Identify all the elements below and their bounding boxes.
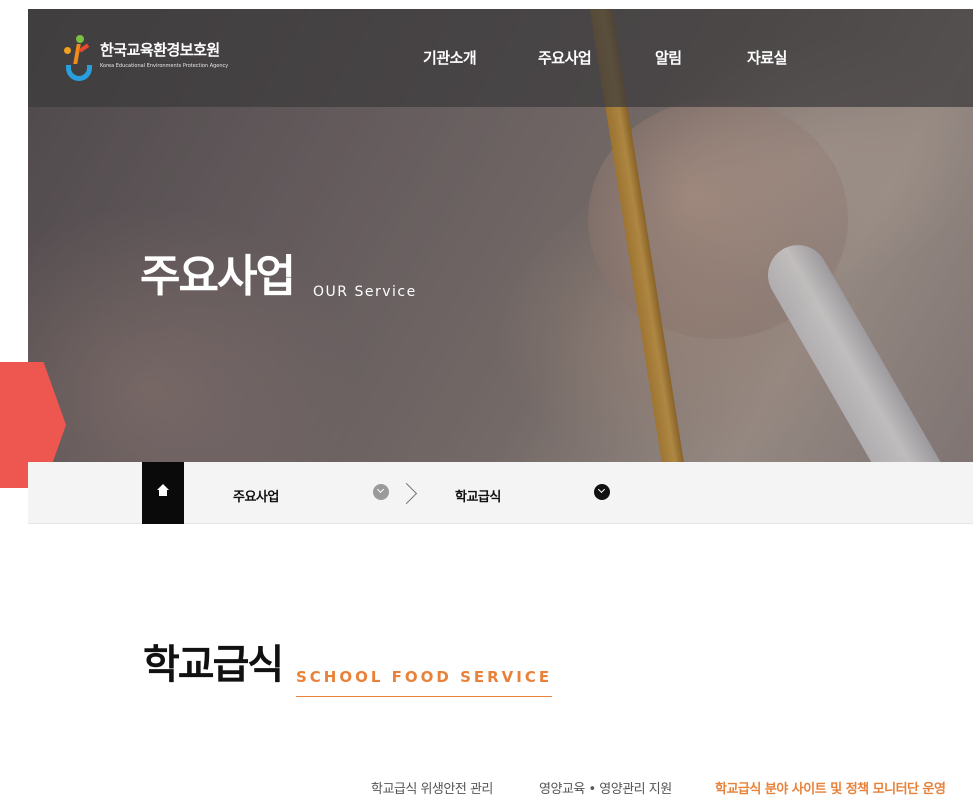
breadcrumb-level1-label[interactable]: 주요사업	[233, 486, 279, 505]
home-icon	[157, 484, 169, 498]
logo-org-subtitle: Korea Educational Environments Protectio…	[100, 63, 229, 69]
nav-item-about[interactable]: 기관소개	[423, 47, 477, 68]
breadcrumb: 주요사업 학교급식	[28, 462, 973, 524]
nav-item-services[interactable]: 주요사업	[538, 47, 592, 68]
hero-title: 주요사업	[140, 251, 296, 302]
section-subtitle: SCHOOL FOOD SERVICE	[296, 668, 553, 697]
logo-org-name: 한국교육환경보호원	[100, 41, 220, 59]
logo-icon	[64, 35, 94, 85]
home-button[interactable]	[142, 462, 184, 524]
tab-site-policy-monitoring[interactable]: 학교급식 분야 사이트 및 정책 모니터단 운영	[715, 778, 946, 797]
nav-item-notice[interactable]: 알림	[655, 47, 682, 68]
site-logo[interactable]: 한국교육환경보호원 Korea Educational Environments…	[64, 35, 254, 87]
chevron-right-icon	[403, 480, 417, 506]
chevron-down-icon[interactable]	[594, 484, 610, 500]
tab-nutrition-education[interactable]: 영양교육 • 영양관리 지원	[539, 778, 672, 797]
nav-item-archive[interactable]: 자료실	[747, 47, 787, 68]
hero-subtitle: OUR Service	[313, 284, 417, 300]
chevron-down-icon[interactable]	[373, 484, 389, 500]
tab-hygiene-safety[interactable]: 학교급식 위생안전 관리	[371, 778, 493, 797]
breadcrumb-level2-label[interactable]: 학교급식	[455, 486, 501, 505]
section-title: 학교급식	[143, 642, 284, 688]
top-navigation-bar: 한국교육환경보호원 Korea Educational Environments…	[28, 9, 973, 107]
